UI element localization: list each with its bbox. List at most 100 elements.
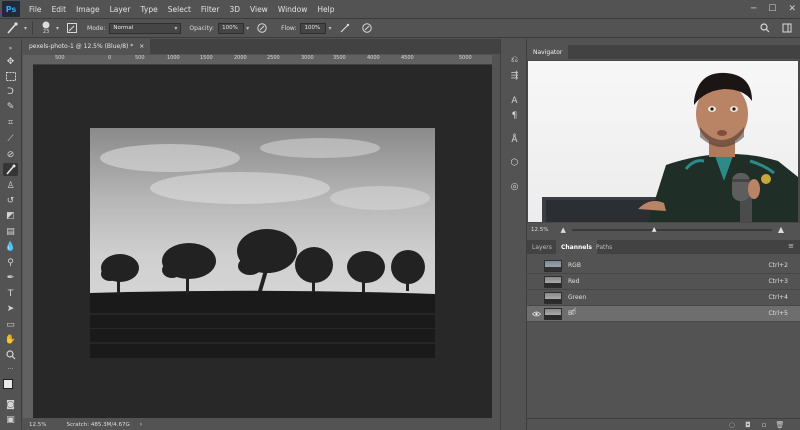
channel-name: RGB bbox=[568, 262, 581, 269]
menu-type[interactable]: Type bbox=[136, 5, 163, 14]
crop-tool-icon[interactable]: ⌗ bbox=[3, 116, 18, 129]
opacity-field[interactable]: 100% bbox=[218, 22, 245, 34]
vertical-scrollbar[interactable] bbox=[492, 55, 500, 418]
brush-preset-picker[interactable]: 23 bbox=[38, 21, 54, 35]
menu-image[interactable]: Image bbox=[71, 5, 105, 14]
foreground-color-swatch[interactable] bbox=[3, 379, 13, 389]
menu-filter[interactable]: Filter bbox=[196, 5, 225, 14]
3d-icon[interactable]: ⬡ bbox=[508, 156, 521, 169]
menu-select[interactable]: Select bbox=[163, 5, 196, 14]
zoom-slider[interactable]: ▲ bbox=[571, 226, 772, 233]
zoom-out-icon[interactable]: ▲ bbox=[560, 226, 565, 234]
chevron-down-icon[interactable]: ▾ bbox=[56, 25, 59, 32]
dodge-tool-icon[interactable]: ⚲ bbox=[3, 256, 18, 269]
hand-tool-icon[interactable]: ✋ bbox=[3, 333, 18, 346]
brush-panel-icon[interactable] bbox=[63, 20, 81, 36]
libraries-icon[interactable]: ◎ bbox=[508, 180, 521, 193]
document-tab[interactable]: pexels-photo-1 @ 12.5% (Blue/8) * × bbox=[23, 39, 151, 54]
eye-icon[interactable] bbox=[530, 309, 542, 319]
hand-cursor-icon: ☝ bbox=[571, 307, 577, 317]
channel-row-red[interactable]: Red Ctrl+3 bbox=[527, 274, 800, 290]
glyphs-icon[interactable]: Å bbox=[508, 133, 521, 146]
visibility-toggle[interactable] bbox=[530, 261, 542, 271]
pressure-size-icon[interactable] bbox=[358, 20, 376, 36]
eyedropper-tool-icon[interactable]: ⟋ bbox=[3, 132, 18, 145]
move-tool-icon[interactable]: ✥ bbox=[3, 55, 18, 68]
screen-mode-icon[interactable]: ▣ bbox=[3, 413, 18, 426]
menu-window[interactable]: Window bbox=[273, 5, 313, 14]
menu-help[interactable]: Help bbox=[312, 5, 339, 14]
tab-layers[interactable]: Layers bbox=[527, 240, 557, 254]
channel-row-green[interactable]: Green Ctrl+4 bbox=[527, 290, 800, 306]
close-tab-icon[interactable]: × bbox=[139, 43, 144, 50]
marquee-tool-icon[interactable] bbox=[3, 70, 18, 83]
channel-row-blue[interactable]: Bl Ctrl+5 bbox=[527, 306, 800, 322]
navigator-zoom-value[interactable]: 12.5% bbox=[531, 227, 548, 233]
menu-3d[interactable]: 3D bbox=[224, 5, 245, 14]
color-swatches[interactable] bbox=[3, 379, 19, 395]
history-icon[interactable]: ⎌ bbox=[508, 53, 521, 66]
horizontal-ruler[interactable]: 500 0 500 1000 1500 2000 2500 3000 3500 … bbox=[33, 55, 492, 65]
paragraph-icon[interactable]: ¶ bbox=[508, 109, 521, 122]
photoshop-logo: Ps bbox=[2, 1, 20, 17]
pen-tool-icon[interactable]: ✒ bbox=[3, 271, 18, 284]
history-brush-tool-icon[interactable]: ↺ bbox=[3, 194, 18, 207]
visibility-toggle[interactable] bbox=[530, 277, 542, 287]
menu-view[interactable]: View bbox=[245, 5, 273, 14]
load-selection-icon[interactable]: ◌ bbox=[727, 420, 737, 430]
more-tools-icon[interactable]: ··· bbox=[3, 363, 18, 376]
airbrush-icon[interactable] bbox=[336, 20, 354, 36]
quick-mask-icon[interactable]: ◙ bbox=[3, 398, 18, 411]
zoom-slider-handle[interactable]: ▲ bbox=[652, 226, 657, 233]
collapse-icon[interactable]: » bbox=[3, 42, 18, 55]
maximize-icon[interactable]: ☐ bbox=[768, 4, 776, 14]
zoom-in-icon[interactable]: ▲ bbox=[778, 225, 784, 234]
lasso-tool-icon[interactable]: ᑐ bbox=[3, 85, 18, 98]
quick-select-tool-icon[interactable]: ✎ bbox=[3, 100, 18, 113]
tab-navigator[interactable]: Navigator bbox=[527, 45, 569, 59]
vertical-ruler[interactable] bbox=[23, 65, 33, 418]
navigator-preview[interactable] bbox=[527, 60, 800, 223]
minimize-icon[interactable]: ─ bbox=[751, 4, 756, 14]
clone-stamp-tool-icon[interactable]: ♙ bbox=[3, 179, 18, 192]
brush-tool-icon[interactable] bbox=[4, 20, 22, 36]
zoom-tool-icon[interactable] bbox=[3, 348, 18, 361]
path-selection-tool-icon[interactable]: ➤ bbox=[3, 302, 18, 315]
chevron-down-icon[interactable]: ▾ bbox=[328, 25, 331, 32]
rectangle-tool-icon[interactable]: ▭ bbox=[3, 318, 18, 331]
visibility-toggle[interactable] bbox=[530, 293, 542, 303]
blur-tool-icon[interactable]: 💧 bbox=[3, 240, 18, 253]
channel-name: Red bbox=[568, 278, 580, 285]
panel-menu-icon[interactable]: ≡ bbox=[788, 242, 794, 250]
menu-file[interactable]: File bbox=[24, 5, 47, 14]
status-menu-icon[interactable]: › bbox=[140, 421, 142, 428]
healing-brush-tool-icon[interactable]: ⊘ bbox=[3, 148, 18, 161]
window-controls: ─ ☐ ✕ bbox=[751, 0, 796, 18]
menu-edit[interactable]: Edit bbox=[47, 5, 72, 14]
save-selection-icon[interactable]: ◘ bbox=[743, 420, 753, 430]
close-icon[interactable]: ✕ bbox=[788, 4, 796, 14]
tab-paths[interactable]: Paths bbox=[591, 240, 617, 254]
chevron-down-icon[interactable]: ▾ bbox=[246, 25, 249, 32]
type-tool-icon[interactable]: T bbox=[3, 287, 18, 300]
channel-row-rgb[interactable]: RGB Ctrl+2 bbox=[527, 258, 800, 274]
character-icon[interactable]: A bbox=[508, 94, 521, 107]
gradient-tool-icon[interactable]: ▤ bbox=[3, 225, 18, 238]
pressure-opacity-icon[interactable] bbox=[253, 20, 271, 36]
scratch-info[interactable]: Scratch: 485.3M/4.67G bbox=[66, 422, 129, 428]
new-channel-icon[interactable]: ▫ bbox=[759, 420, 769, 430]
flow-field[interactable]: 100% bbox=[300, 22, 327, 34]
mode-label: Mode: bbox=[87, 24, 106, 32]
mode-select[interactable]: Normal ▾ bbox=[109, 22, 182, 34]
eraser-tool-icon[interactable]: ◩ bbox=[3, 209, 18, 222]
ruler-corner[interactable] bbox=[23, 55, 33, 65]
zoom-level[interactable]: 12.5% bbox=[29, 422, 46, 428]
delete-channel-icon[interactable]: 🗑 bbox=[775, 420, 785, 430]
chevron-down-icon[interactable]: ▾ bbox=[24, 25, 27, 32]
menu-layer[interactable]: Layer bbox=[105, 5, 136, 14]
document-image[interactable] bbox=[90, 128, 435, 358]
search-icon[interactable] bbox=[756, 20, 774, 36]
workspace-icon[interactable] bbox=[778, 20, 796, 36]
brush-tool-icon[interactable] bbox=[3, 163, 18, 176]
adjust-icon[interactable]: ⇶ bbox=[508, 69, 521, 82]
